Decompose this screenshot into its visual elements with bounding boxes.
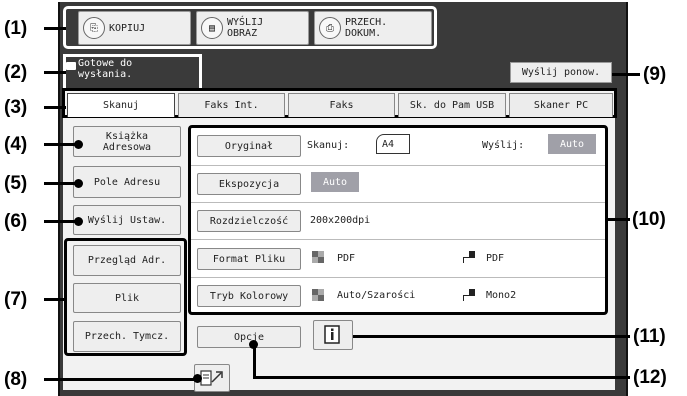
callout-1: (1) [4,18,28,39]
address-entry-button[interactable]: Pole Adresu [73,166,181,198]
copy-mode-label: KOPIUJ [109,22,146,34]
callout-12: (12) [633,367,667,388]
leader-9 [612,73,640,76]
leader-3 [44,106,66,109]
callout-7: (7) [4,289,28,310]
address-book-label-line2: Adresowa [102,141,152,153]
address-book-button[interactable]: Książka Adresowa [73,126,181,157]
leader-10 [608,218,630,221]
resend-button[interactable]: Wyślij ponow. [510,62,612,83]
leader-4-dot [74,140,83,149]
leader-12-dot [249,340,258,349]
send-image-mode-button[interactable]: ▤ WYŚLIJ OBRAZ [196,11,309,45]
leader-5 [44,182,78,185]
color-mode-button[interactable]: Tryb Kolorowy [197,285,301,307]
info-button[interactable] [313,320,353,350]
status-line2: wysłania. [78,69,133,80]
callout-4: (4) [4,134,28,155]
document-filing-label-line2: DOKUM. [345,28,382,39]
document-filing-icon: ⎙ [319,17,341,39]
status-message: Gotowe do wysłania. [78,58,132,80]
tab-scan[interactable]: Skanuj [67,93,175,117]
tab-scan-to-usb[interactable]: Sk. do Pam USB [398,93,506,117]
info-icon [324,325,340,344]
color-icon [312,289,324,301]
leader-6 [44,220,78,223]
address-review-button[interactable]: Przegląd Adr. [73,245,181,276]
callout-11: (11) [633,326,666,347]
tab-pc-scan[interactable]: Skaner PC [509,93,613,117]
callout-10: (10) [632,209,666,230]
callout-3: (3) [4,97,28,118]
send-size-label: Wyślij: [482,140,525,151]
leader-11 [353,335,630,338]
address-entry-icon [200,370,223,386]
send-image-label-line1: WYŚLIJ [227,17,264,28]
file-format-color-value: PDF [337,253,356,264]
file-format-button[interactable]: Format Pliku [197,248,301,270]
copy-mode-button[interactable]: ⎘ KOPIUJ [78,11,191,45]
original-button[interactable]: Oryginał [197,135,301,157]
quick-file-button[interactable]: Przech. Tymcz. [73,321,181,352]
leader-4 [44,143,78,146]
address-book-label-line1: Książka [105,130,149,142]
leader-6-dot [74,217,83,226]
exposure-button[interactable]: Ekspozycja [197,173,301,195]
exposure-value: Auto [311,172,359,192]
leader-8 [44,378,198,381]
callout-2: (2) [4,62,28,83]
copy-icon: ⎘ [83,17,105,39]
tab-internet-fax[interactable]: Faks Int. [178,93,285,117]
status-line1: Gotowe do [78,58,133,69]
callout-6: (6) [4,211,28,232]
resolution-button[interactable]: Rozdzielczość [197,210,301,232]
file-format-mono-value: PDF [486,253,505,264]
mono-icon [463,289,475,301]
mail-icon [66,62,76,70]
leader-5-dot [74,179,83,188]
tab-fax[interactable]: Faks [288,93,395,117]
callout-8: (8) [4,369,28,390]
scan-size-value: A4 [376,134,410,154]
send-settings-button[interactable]: Wyślij Ustaw. [73,205,181,235]
resolution-value: 200x200dpi [310,215,371,226]
send-size-value: Auto [548,134,596,154]
color-icon [312,251,324,263]
send-image-icon: ▤ [201,17,223,39]
color-mode-color-value: Auto/Szarości [337,290,416,301]
mono-icon [463,251,475,263]
document-filing-mode-button[interactable]: ⎙ PRZECH. DOKUM. [314,11,432,45]
color-mode-mono-value: Mono2 [486,290,517,301]
leader-7 [44,298,66,301]
send-image-label-line2: OBRAZ [227,28,258,39]
leader-1 [44,27,66,30]
leader-2 [44,71,66,74]
file-button[interactable]: Plik [73,283,181,313]
document-filing-label-line1: PRZECH. [345,17,388,28]
leader-8-dot [193,374,202,383]
callout-5: (5) [4,173,28,194]
leader-12 [253,376,630,379]
callout-9: (9) [643,64,667,85]
scan-size-label: Skanuj: [307,140,350,151]
